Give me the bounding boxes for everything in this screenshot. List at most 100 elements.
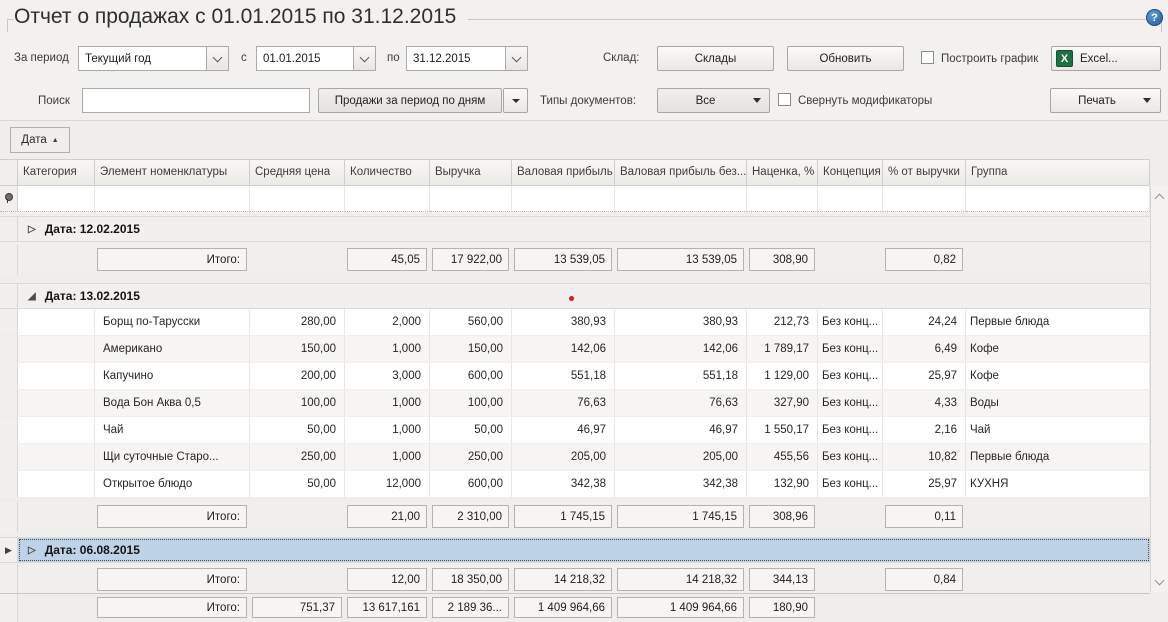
help-icon[interactable]: ?	[1146, 9, 1163, 26]
markup-cell: 455,56	[747, 444, 818, 470]
report-mode-dropdown[interactable]: Продажи за период по дням	[318, 88, 502, 113]
column-header-9[interactable]: % от выручки	[883, 159, 966, 186]
vertical-scrollbar[interactable]	[1150, 186, 1168, 592]
concept-cell: Без конц...	[818, 444, 883, 470]
date-to-field[interactable]: 31.12.2015	[406, 46, 528, 71]
total-box-gross-profit-wo: 14 218,32	[617, 568, 744, 591]
item-row[interactable]: Капучино200,003,000600,00551,18551,181 1…	[0, 363, 1150, 390]
build-chart-checkbox[interactable]	[921, 51, 934, 64]
grand-total-cell-group	[966, 594, 1150, 622]
scroll-down-button[interactable]	[1151, 571, 1168, 592]
total-cell-gross-profit: 13 539,05	[512, 245, 615, 275]
collapse-group-icon[interactable]: ◢	[28, 291, 36, 302]
filter-cell-5[interactable]	[512, 186, 615, 212]
category-cell	[18, 417, 95, 443]
group-total-row: Итого:12,0018 350,0014 218,3214 218,3234…	[0, 565, 1150, 595]
total-box-markup: 344,13	[749, 568, 815, 591]
scroll-up-button[interactable]	[1151, 186, 1168, 207]
period-value: Текущий год	[79, 47, 206, 70]
filter-cell-9[interactable]	[883, 186, 966, 212]
filter-cell-2[interactable]	[250, 186, 345, 212]
category-cell	[18, 444, 95, 470]
grid-filter-row[interactable]	[0, 186, 1150, 212]
grand-total-cell-markup: 180,90	[747, 594, 818, 622]
grand-total-cell-pct-of-revenue	[883, 594, 966, 622]
stores-button[interactable]: Склады	[657, 46, 774, 71]
filter-cell-6[interactable]	[615, 186, 747, 212]
item-name-cell: Чай	[95, 417, 250, 443]
group-row[interactable]: ▷Дата: 12.02.2015	[0, 216, 1150, 242]
column-header-6[interactable]: Валовая прибыль без...	[615, 159, 747, 186]
grand-total-cell-gross-profit: 1 409 964,66	[512, 594, 615, 622]
group-row-body[interactable]: ◢Дата: 13.02.2015	[18, 284, 1150, 308]
column-header-2[interactable]: Средняя цена	[250, 159, 345, 186]
item-name-cell: Щи суточные Старо...	[95, 444, 250, 470]
group-row-body[interactable]: ▷Дата: 06.08.2015	[18, 538, 1150, 562]
grid-body: ▷Дата: 12.02.2015Итого:45,0517 922,0013 …	[0, 212, 1150, 595]
item-row[interactable]: Борщ по-Тарусски280,002,000560,00380,933…	[0, 309, 1150, 336]
triangle-down-icon	[512, 99, 520, 103]
group-row[interactable]: ▶▷Дата: 06.08.2015	[0, 537, 1150, 563]
date-to-dropdown-button[interactable]	[505, 47, 527, 70]
pct-of-revenue-cell: 4,33	[883, 390, 966, 416]
item-row[interactable]: Американо150,001,000150,00142,06142,061 …	[0, 336, 1150, 363]
markup-cell: 1 550,17	[747, 417, 818, 443]
print-button[interactable]: Печать	[1050, 88, 1161, 113]
report-mode-dropdown-button[interactable]	[503, 88, 528, 113]
filter-cell-4[interactable]	[430, 186, 512, 212]
filter-cell-0[interactable]	[18, 186, 95, 212]
column-header-8[interactable]: Концепция	[818, 159, 883, 186]
date-to-value: 31.12.2015	[407, 47, 505, 70]
refresh-button[interactable]: Обновить	[787, 46, 904, 71]
group-row-body[interactable]: ▷Дата: 12.02.2015	[18, 217, 1150, 241]
total-cell-avg-price	[250, 565, 345, 595]
period-combobox[interactable]: Текущий год	[78, 46, 229, 71]
pct-of-revenue-cell: 6,49	[883, 336, 966, 362]
search-input[interactable]	[82, 88, 310, 113]
total-box-quantity: 45,05	[347, 248, 427, 271]
total-cell-avg-price	[250, 245, 345, 275]
row-indicator: ▶	[0, 538, 18, 562]
group-by-date-button[interactable]: Дата ▲	[10, 127, 70, 153]
doc-types-dropdown[interactable]: Все	[657, 88, 770, 113]
grand-total-box-revenue: 2 189 36...	[432, 597, 509, 618]
build-chart-label: Построить график	[941, 53, 1038, 65]
column-header-3[interactable]: Количество	[345, 159, 430, 186]
column-header-10[interactable]: Группа	[966, 159, 1150, 186]
group-cell: Первые блюда	[966, 309, 1150, 335]
filter-cell-1[interactable]	[95, 186, 250, 212]
avg-price-cell: 200,00	[250, 363, 345, 389]
item-row[interactable]: Чай50,001,00050,0046,9746,971 550,17Без …	[0, 417, 1150, 444]
concept-cell: Без конц...	[818, 336, 883, 362]
total-box-quantity: 21,00	[347, 505, 427, 528]
expand-group-icon[interactable]: ▷	[28, 545, 36, 556]
filter-cell-10[interactable]	[966, 186, 1150, 212]
row-indicator	[0, 565, 18, 595]
gross-profit-cell: 46,97	[512, 417, 615, 443]
column-header-7[interactable]: Наценка, %	[747, 159, 818, 186]
filter-cell-3[interactable]	[345, 186, 430, 212]
column-header-0[interactable]: Категория	[18, 159, 95, 186]
item-row[interactable]: Щи суточные Старо...250,001,000250,00205…	[0, 444, 1150, 471]
expand-group-icon[interactable]: ▷	[28, 224, 36, 235]
date-from-dropdown-button[interactable]	[353, 47, 375, 70]
item-row[interactable]: Открытое блюдо50,0012,000600,00342,38342…	[0, 471, 1150, 498]
total-cell-group	[966, 502, 1150, 532]
total-box-revenue: 2 310,00	[432, 505, 509, 528]
group-row[interactable]: ◢Дата: 13.02.2015	[0, 283, 1150, 309]
row-indicator	[0, 245, 18, 275]
period-dropdown-button[interactable]	[206, 47, 228, 70]
total-box-revenue: 18 350,00	[432, 568, 509, 591]
column-header-5[interactable]: Валовая прибыль	[512, 159, 615, 186]
filter-cell-7[interactable]	[747, 186, 818, 212]
column-header-1[interactable]: Элемент номенклатуры	[95, 159, 250, 186]
item-row[interactable]: Вода Бон Аква 0,5100,001,000100,0076,637…	[0, 390, 1150, 417]
column-header-4[interactable]: Выручка	[430, 159, 512, 186]
filter-cell-8[interactable]	[818, 186, 883, 212]
collapse-modifiers-checkbox[interactable]	[778, 93, 791, 106]
excel-button[interactable]: X Excel...	[1051, 46, 1161, 71]
grand-total-cell-total-label: Итого:	[95, 594, 250, 622]
total-cell-gross-profit-wo: 14 218,32	[615, 565, 747, 595]
excel-icon: X	[1056, 50, 1073, 67]
date-from-field[interactable]: 01.01.2015	[256, 46, 376, 71]
